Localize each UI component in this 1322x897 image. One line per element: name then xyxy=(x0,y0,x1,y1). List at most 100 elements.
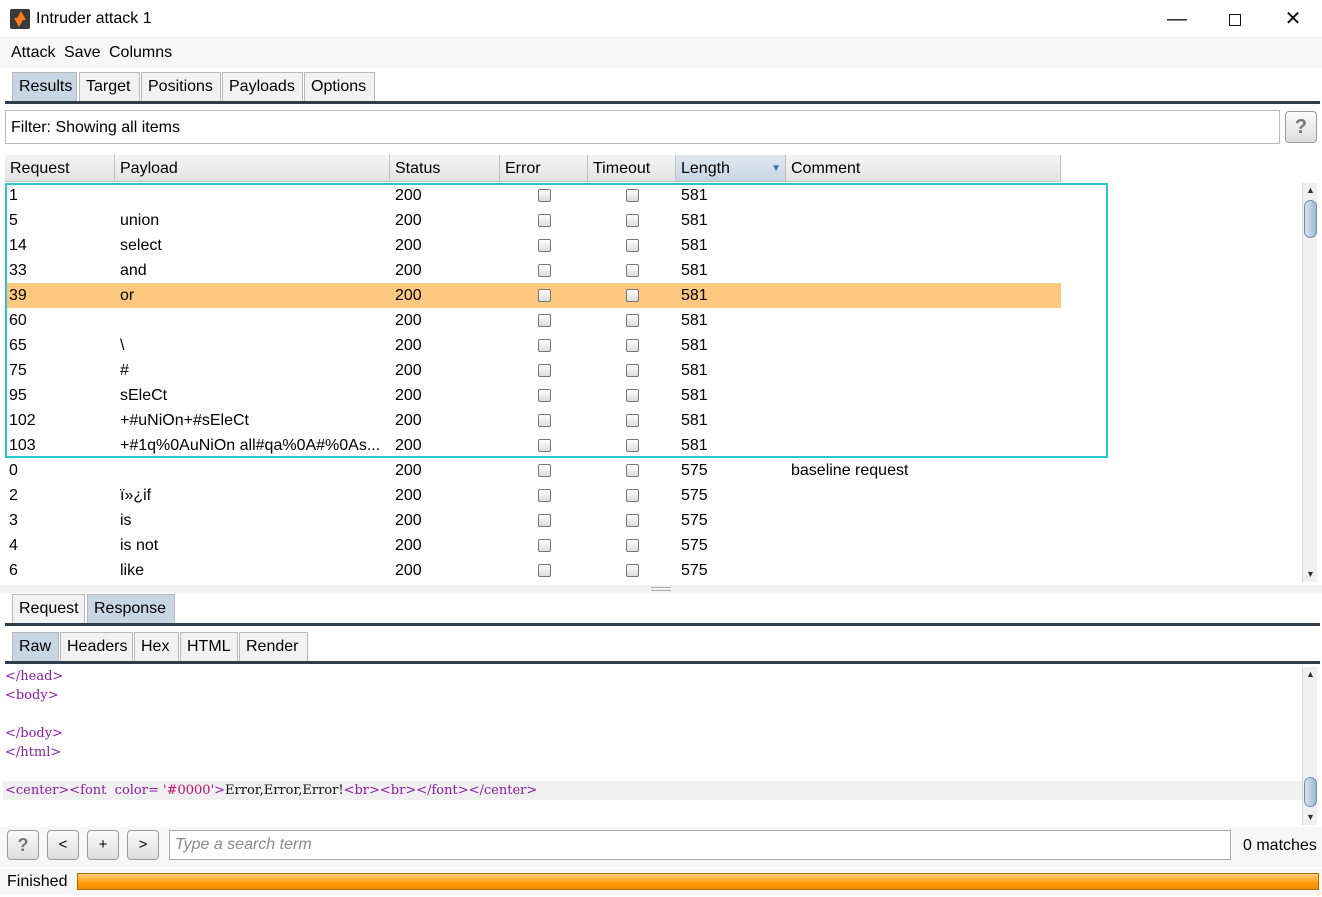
checkbox-error xyxy=(538,239,551,252)
results-scroll-thumb[interactable] xyxy=(1304,200,1317,238)
table-row[interactable]: 102 +#uNiOn+#sEleCt 200 581 xyxy=(5,408,1061,433)
response-scroll-thumb[interactable] xyxy=(1304,777,1317,807)
table-row[interactable]: 95 sEleCt 200 581 xyxy=(5,383,1061,408)
results-scrollbar[interactable]: ▲ ▼ xyxy=(1302,183,1317,582)
cell-length: 575 xyxy=(681,562,708,579)
add-search-button[interactable]: + xyxy=(87,830,119,860)
tab-response[interactable]: Response xyxy=(87,594,175,624)
title-bar: Intruder attack 1 — ✕ xyxy=(0,0,1322,38)
pane-splitter[interactable] xyxy=(0,585,1322,593)
column-header-status[interactable]: Status xyxy=(390,155,500,182)
checkbox-error xyxy=(538,189,551,202)
table-row[interactable]: 2 ï»¿if 200 575 xyxy=(5,483,1061,508)
column-header-length-label: Length xyxy=(681,160,730,177)
column-header-comment[interactable]: Comment xyxy=(786,155,1061,182)
cell-request: 5 xyxy=(9,212,18,229)
tab-results[interactable]: Results xyxy=(12,72,77,102)
checkbox-error xyxy=(538,439,551,452)
tab-hex[interactable]: Hex xyxy=(134,632,179,662)
cell-length: 575 xyxy=(681,512,708,529)
table-row[interactable]: 4 is not 200 575 xyxy=(5,533,1061,558)
tab-request[interactable]: Request xyxy=(12,594,85,624)
table-row[interactable]: 33 and 200 581 xyxy=(5,258,1061,283)
cell-status: 200 xyxy=(395,512,422,529)
table-row[interactable]: 3 is 200 575 xyxy=(5,508,1061,533)
previous-match-button[interactable]: < xyxy=(47,830,79,860)
response-scrollbar[interactable]: ▲ ▼ xyxy=(1302,667,1317,825)
cell-request: 103 xyxy=(9,437,36,454)
column-header-length[interactable]: Length ▼ xyxy=(676,155,786,182)
scroll-up-icon[interactable]: ▲ xyxy=(1303,183,1318,197)
cell-length: 581 xyxy=(681,362,708,379)
cell-payload: is not xyxy=(120,537,159,554)
search-help-button[interactable]: ? xyxy=(7,830,39,860)
table-row[interactable]: 65 \ 200 581 xyxy=(5,333,1061,358)
response-scroll-down-icon[interactable]: ▼ xyxy=(1303,810,1318,824)
table-row[interactable]: 60 200 581 xyxy=(5,308,1061,333)
column-header-payload[interactable]: Payload xyxy=(115,155,390,182)
cell-request: 14 xyxy=(9,237,27,254)
search-input[interactable] xyxy=(169,830,1231,860)
table-row[interactable]: 75 #200 581 xyxy=(5,358,1061,383)
tab-divider xyxy=(5,101,1320,104)
response-scroll-up-icon[interactable]: ▲ xyxy=(1303,667,1318,681)
table-row[interactable]: 6 like 200 575 xyxy=(5,558,1061,583)
cell-payload: is xyxy=(120,512,132,529)
cell-length: 581 xyxy=(681,212,708,229)
table-row[interactable]: 1 200 581 xyxy=(5,183,1061,208)
cell-payload xyxy=(120,308,385,333)
column-header-error[interactable]: Error xyxy=(500,155,588,182)
next-match-button[interactable]: > xyxy=(127,830,159,860)
tab-options[interactable]: Options xyxy=(304,72,375,102)
table-row[interactable]: 103 +#1q%0AuNiOn all#qa%0A#%0As... 200 581 xyxy=(5,433,1061,458)
cell-request: 4 xyxy=(9,537,18,554)
minimize-button[interactable]: — xyxy=(1148,0,1206,38)
cell-status: 200 xyxy=(395,387,422,404)
table-row[interactable]: 5 union 200 581 xyxy=(5,208,1061,233)
tab-target[interactable]: Target xyxy=(79,72,140,102)
cell-payload xyxy=(120,458,385,483)
status-text: Finished xyxy=(7,873,68,890)
cell-request: 2 xyxy=(9,487,18,504)
cell-payload: +#uNiOn+#sEleCt xyxy=(120,412,249,429)
checkbox-timeout xyxy=(626,339,639,352)
cell-payload: sEleCt xyxy=(120,387,168,404)
tab-positions[interactable]: Positions xyxy=(141,72,221,102)
table-row[interactable]: 0 200 575 baseline request xyxy=(5,458,1061,483)
tab-payloads[interactable]: Payloads xyxy=(222,72,303,102)
checkbox-timeout xyxy=(626,539,639,552)
cell-status: 200 xyxy=(395,262,422,279)
checkbox-timeout xyxy=(626,189,639,202)
cell-length: 575 xyxy=(681,462,708,479)
scroll-down-icon[interactable]: ▼ xyxy=(1303,567,1318,581)
tab-raw[interactable]: Raw xyxy=(12,632,59,662)
filter-bar[interactable]: Filter: Showing all items xyxy=(5,110,1280,144)
column-header-timeout[interactable]: Timeout xyxy=(588,155,676,182)
menu-save[interactable]: Save xyxy=(64,44,100,62)
maximize-button[interactable] xyxy=(1206,0,1264,38)
filter-help-button[interactable]: ? xyxy=(1285,111,1317,143)
cell-payload: ï»¿if xyxy=(120,487,152,504)
cell-status: 200 xyxy=(395,562,422,579)
response-raw-view[interactable]: </head> <body> </body> </html> <center><font… xyxy=(3,667,1305,825)
tab-html[interactable]: HTML xyxy=(180,632,238,662)
cell-length: 581 xyxy=(681,412,708,429)
checkbox-error xyxy=(538,314,551,327)
menu-bar: Attack Save Columns xyxy=(0,38,1322,68)
menu-attack[interactable]: Attack xyxy=(11,44,55,62)
tab-headers[interactable]: Headers xyxy=(60,632,133,662)
column-header-request[interactable]: Request xyxy=(5,155,115,182)
close-button[interactable]: ✕ xyxy=(1264,0,1322,38)
table-row[interactable]: 14 select 200 581 xyxy=(5,233,1061,258)
checkbox-timeout xyxy=(626,414,639,427)
cell-payload: or xyxy=(120,287,135,304)
cell-request: 95 xyxy=(9,387,27,404)
checkbox-timeout xyxy=(626,439,639,452)
response-line: </head> xyxy=(5,669,64,684)
checkbox-timeout xyxy=(626,239,639,252)
tab-render[interactable]: Render xyxy=(239,632,308,662)
cell-payload xyxy=(120,183,385,208)
match-count: 0 matches xyxy=(1243,837,1317,854)
menu-columns[interactable]: Columns xyxy=(109,44,172,62)
table-row[interactable]: 39 or 200 581 xyxy=(5,283,1061,308)
